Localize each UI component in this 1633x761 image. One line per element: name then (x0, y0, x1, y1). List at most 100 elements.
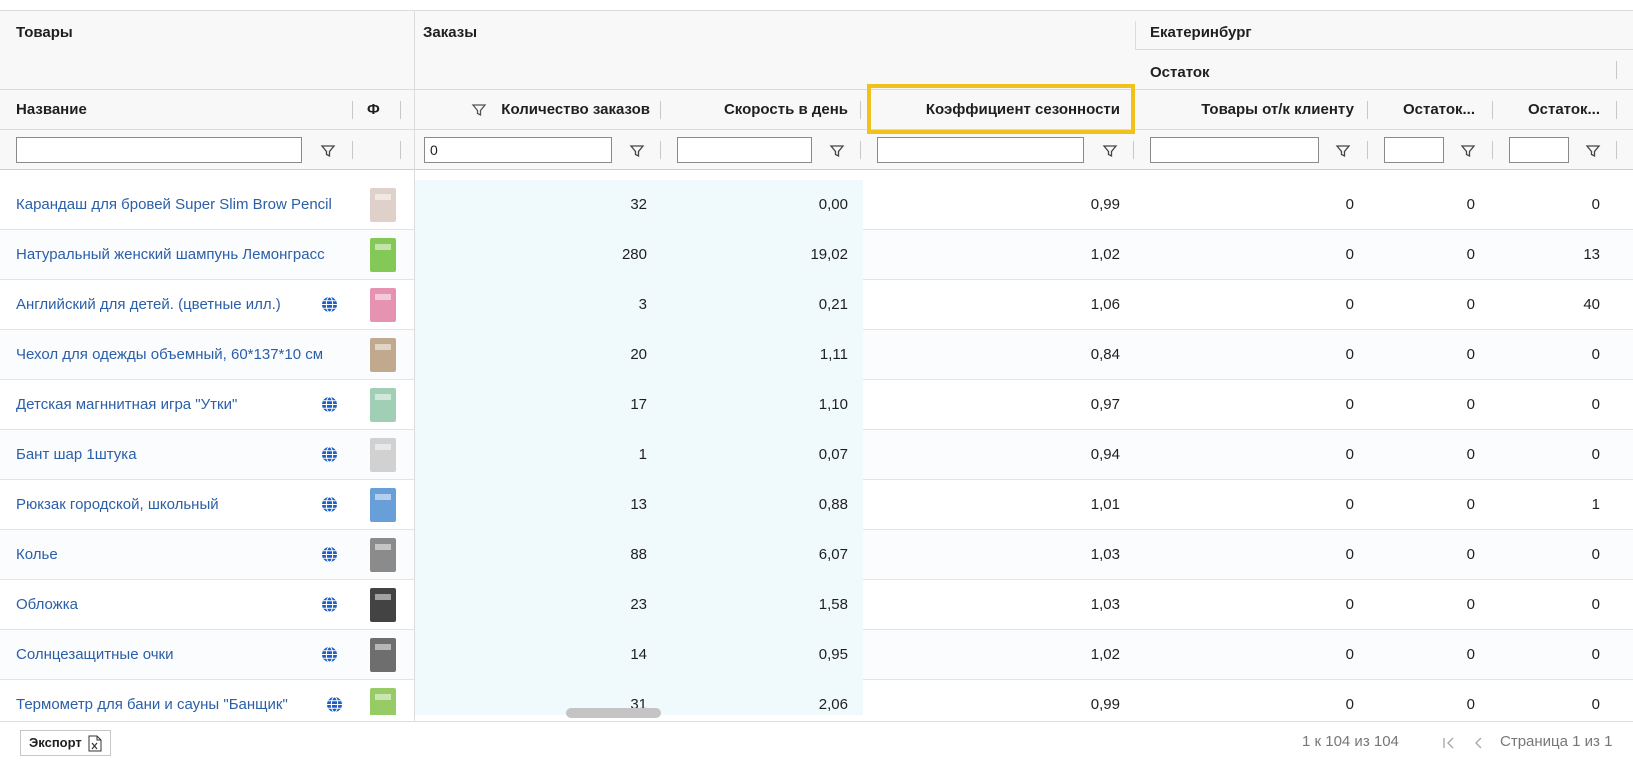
table-row[interactable]: Колье 88 6,07 1,03 0 0 0 (0, 530, 1633, 580)
filter-icon[interactable] (1335, 143, 1351, 159)
filter-input-stock-b[interactable] (1509, 137, 1569, 163)
stock-b-cell: 40 (1583, 296, 1600, 313)
column-separator (1616, 61, 1617, 79)
globe-icon[interactable] (321, 296, 338, 313)
product-name-link[interactable]: Карандаш для бровей Super Slim Brow Penc… (16, 180, 352, 230)
column-header-goods-to-client[interactable]: Товары от/к клиенту (1145, 90, 1354, 130)
sunglasses-thumbnail[interactable] (366, 634, 400, 676)
first-page-icon[interactable] (1442, 736, 1456, 750)
globe-icon[interactable] (321, 396, 338, 413)
table-row[interactable]: Чехол для одежды объемный, 60*137*10 см 2… (0, 330, 1633, 380)
filter-active-icon[interactable] (471, 102, 487, 118)
column-divider (414, 170, 415, 722)
column-separator[interactable] (1367, 101, 1368, 119)
stock-b-cell: 0 (1591, 546, 1600, 563)
stock-a-cell: 0 (1466, 196, 1475, 213)
horizontal-scrollbar-thumb[interactable] (566, 708, 661, 718)
column-separator[interactable] (1616, 101, 1617, 119)
column-header-speed-per-day[interactable]: Скорость в день (670, 90, 848, 130)
globe-icon[interactable] (321, 596, 338, 613)
stock-b-cell: 1 (1591, 496, 1600, 513)
filter-icon[interactable] (1585, 143, 1601, 159)
table-row[interactable]: Натуральный женский шампунь Лемонграсс 28… (0, 230, 1633, 280)
table-row[interactable]: Солнцезащитные очки 14 0,95 1,02 0 0 0 (0, 630, 1633, 680)
column-separator[interactable] (660, 101, 661, 119)
seasonality-cell: 1,06 (1090, 296, 1120, 313)
stock-b-cell: 0 (1591, 646, 1600, 663)
previous-page-icon[interactable] (1472, 736, 1486, 750)
shampoo-thumbnail[interactable] (366, 234, 400, 276)
product-name-link[interactable]: Детская магннитная игра "Утки" (16, 380, 352, 430)
table-row[interactable]: Обложка 23 1,58 1,03 0 0 0 (0, 580, 1633, 630)
seasonality-cell: 1,02 (1090, 246, 1120, 263)
product-name-link[interactable]: Термометр для бани и сауны "Банщик" (16, 680, 352, 715)
speed-per-day-cell: 0,07 (818, 446, 848, 463)
column-separator[interactable] (400, 101, 401, 119)
filter-input-stock-a[interactable] (1384, 137, 1444, 163)
speed-per-day-cell: 19,02 (810, 246, 848, 263)
stock-b-cell: 0 (1591, 596, 1600, 613)
column-separator[interactable] (352, 101, 353, 119)
brow-pencil-thumbnail[interactable] (366, 184, 400, 226)
column-header-name[interactable]: Название (16, 90, 336, 130)
filter-icon[interactable] (1102, 143, 1118, 159)
table-row[interactable]: Карандаш для бровей Super Slim Brow Penc… (0, 180, 1633, 230)
group-header-city: Екатеринбург (1150, 24, 1252, 41)
product-name-link[interactable]: Чехол для одежды объемный, 60*137*10 см (16, 330, 352, 380)
product-name-link[interactable]: Натуральный женский шампунь Лемонграсс (16, 230, 352, 280)
goods-to-client-cell: 0 (1345, 696, 1354, 713)
globe-icon[interactable] (321, 446, 338, 463)
filter-icon[interactable] (629, 143, 645, 159)
column-header-stock-a[interactable]: Остаток... (1380, 90, 1475, 130)
table-row[interactable]: Английский для детей. (цветные илл.) 3 0,2… (0, 280, 1633, 330)
column-separator (660, 141, 661, 159)
filter-icon[interactable] (1460, 143, 1476, 159)
table-row[interactable]: Термометр для бани и сауны "Банщик" 31 2,0… (0, 680, 1633, 715)
filter-input-seasonality[interactable] (877, 137, 1084, 163)
filter-input-name[interactable] (16, 137, 302, 163)
filter-input-order-count[interactable] (424, 137, 612, 163)
product-name-link[interactable]: Английский для детей. (цветные илл.) (16, 280, 352, 330)
table-row[interactable]: Бант шар 1штука 1 0,07 0,94 0 0 0 (0, 430, 1633, 480)
table-row[interactable]: Рюкзак городской, школьный 13 0,88 1,01 0 0 1 (0, 480, 1633, 530)
filter-icon[interactable] (320, 143, 336, 159)
product-name-link[interactable]: Обложка (16, 580, 352, 630)
export-button[interactable]: Экспорт (20, 730, 111, 756)
column-separator[interactable] (860, 101, 861, 119)
book-thumbnail[interactable] (366, 284, 400, 326)
seasonality-cell: 0,97 (1090, 396, 1120, 413)
speed-per-day-cell: 0,21 (818, 296, 848, 313)
goods-to-client-cell: 0 (1345, 346, 1354, 363)
globe-icon[interactable] (321, 496, 338, 513)
filter-input-goods-to-client[interactable] (1150, 137, 1319, 163)
bow-thumbnail[interactable] (366, 434, 400, 476)
goods-to-client-cell: 0 (1345, 246, 1354, 263)
stock-a-cell: 0 (1466, 396, 1475, 413)
globe-icon[interactable] (321, 646, 338, 663)
speed-per-day-cell: 1,11 (819, 346, 848, 363)
filter-icon[interactable] (829, 143, 845, 159)
product-name-link[interactable]: Бант шар 1штука (16, 430, 352, 480)
thermometer-thumbnail[interactable] (366, 684, 400, 715)
filter-input-speed-per-day[interactable] (677, 137, 812, 163)
speed-per-day-cell: 0,88 (818, 496, 848, 513)
column-separator[interactable] (1492, 101, 1493, 119)
column-header-stock-b[interactable]: Остаток... (1505, 90, 1600, 130)
column-header-order-count[interactable]: Количество заказов (490, 90, 650, 130)
product-name-link[interactable]: Колье (16, 530, 352, 580)
seasonality-cell: 1,02 (1090, 646, 1120, 663)
table-row[interactable]: Детская магннитная игра "Утки" 17 1,10 0,97… (0, 380, 1633, 430)
magnetic-game-thumbnail[interactable] (366, 384, 400, 426)
order-count-cell: 20 (630, 346, 647, 363)
garment-cover-thumbnail[interactable] (366, 334, 400, 376)
product-name-link[interactable]: Солнцезащитные очки (16, 630, 352, 680)
goods-to-client-cell: 0 (1345, 396, 1354, 413)
cover-thumbnail[interactable] (366, 584, 400, 626)
column-header-photo[interactable]: Ф (367, 90, 387, 130)
globe-icon[interactable] (326, 696, 343, 713)
product-name-link[interactable]: Рюкзак городской, школьный (16, 480, 352, 530)
necklace-thumbnail[interactable] (366, 534, 400, 576)
globe-icon[interactable] (321, 546, 338, 563)
backpack-thumbnail[interactable] (366, 484, 400, 526)
order-count-cell: 280 (621, 246, 647, 263)
